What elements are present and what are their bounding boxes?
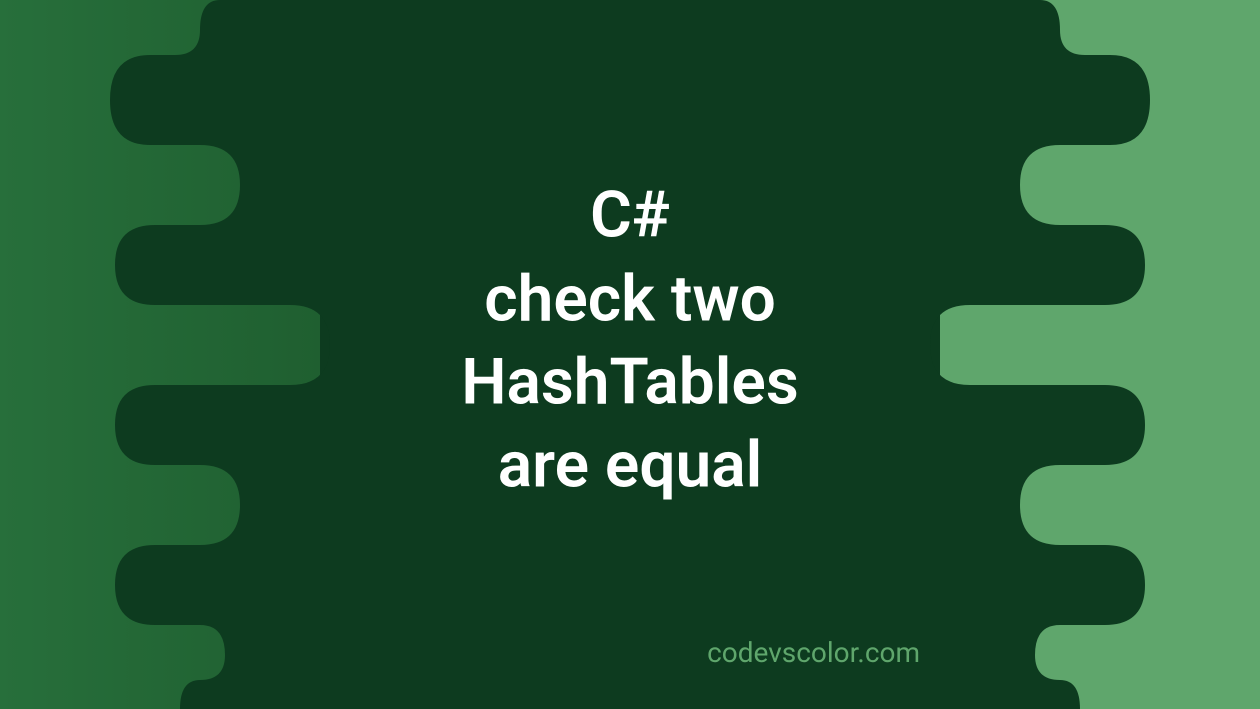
banner-container: C# check two HashTables are equal codevs…: [0, 0, 1260, 709]
title-text: C# check two HashTables are equal: [280, 174, 980, 507]
watermark-text: codevscolor.com: [707, 636, 920, 669]
title-line-4: are equal: [280, 424, 980, 507]
title-line-1: C#: [280, 174, 980, 257]
title-line-3: HashTables: [280, 340, 980, 423]
title-line-2: check two: [280, 257, 980, 340]
